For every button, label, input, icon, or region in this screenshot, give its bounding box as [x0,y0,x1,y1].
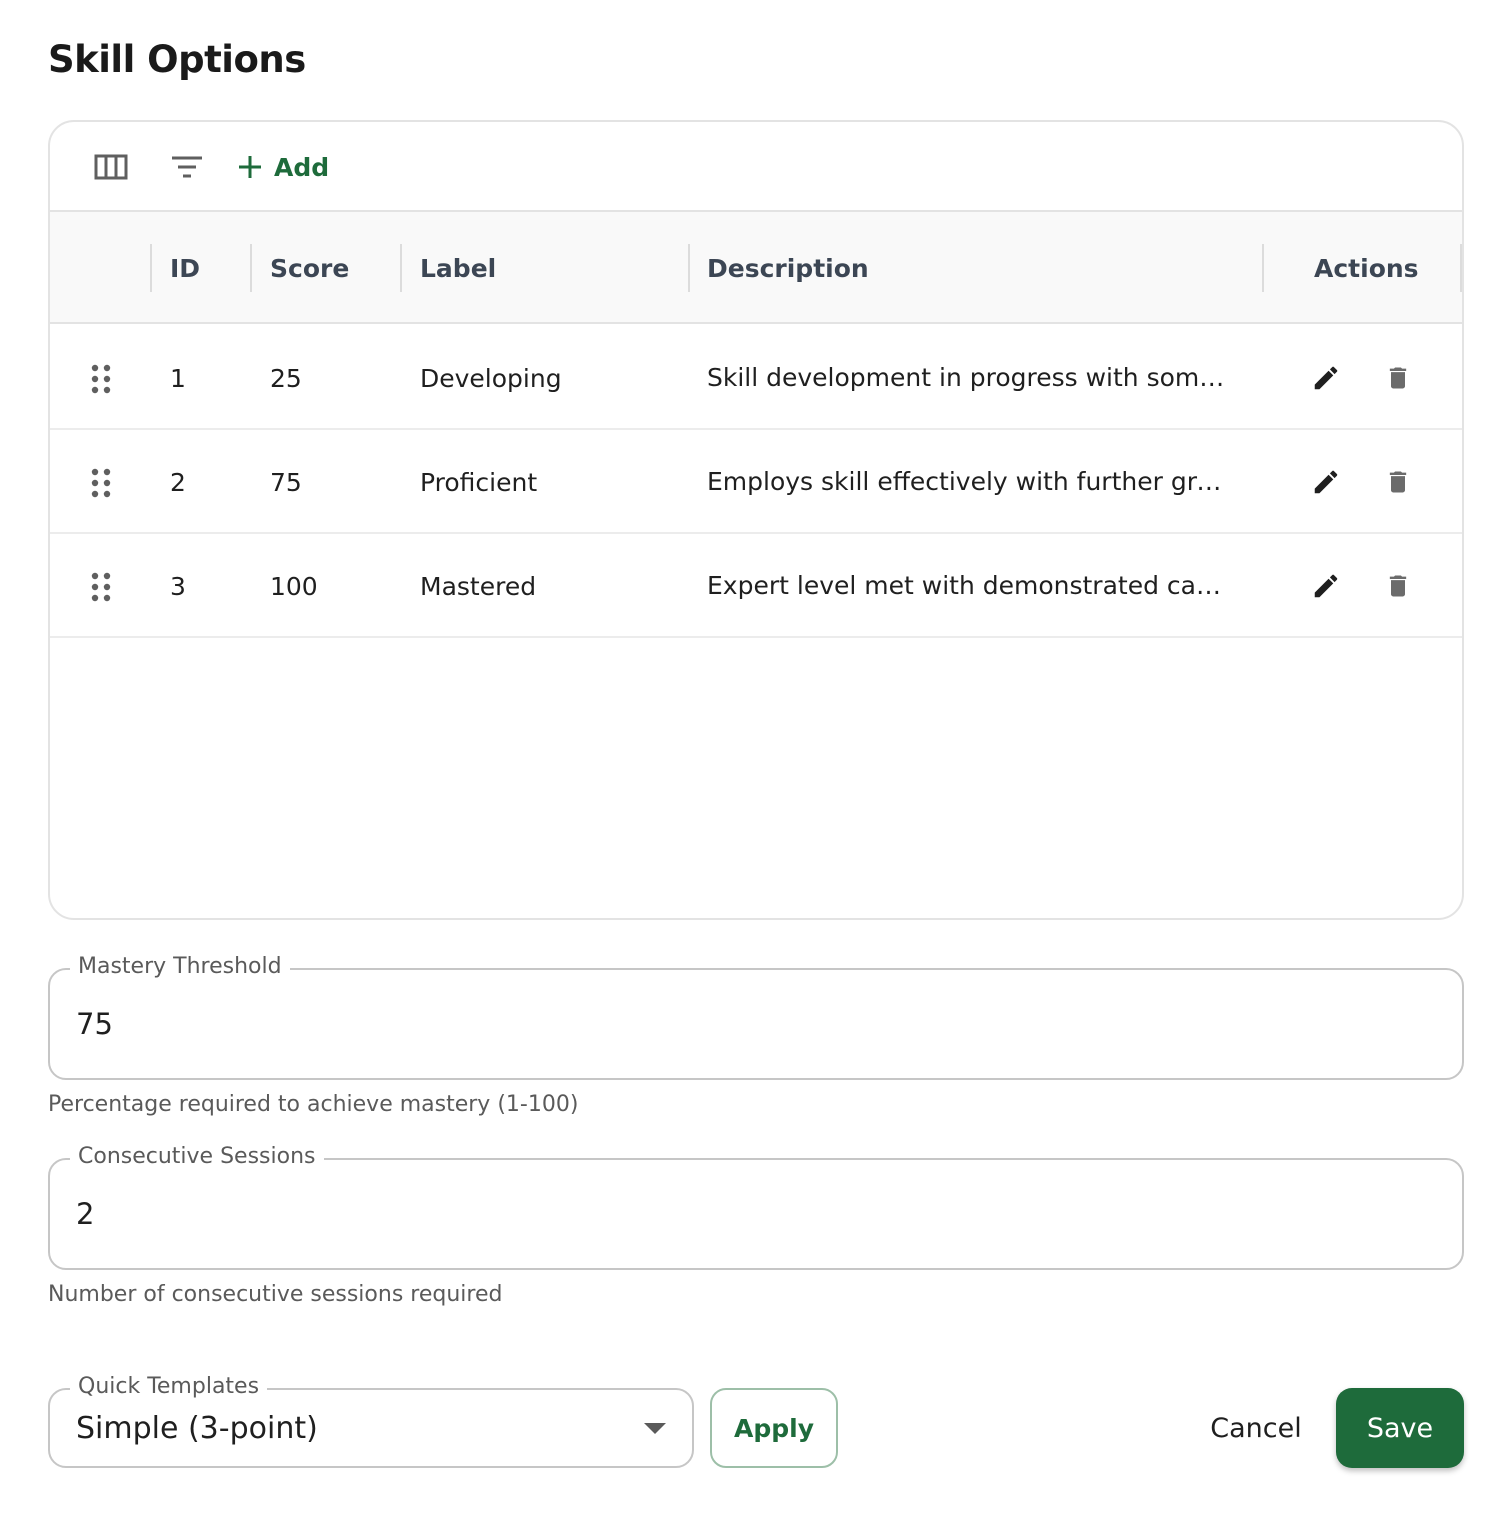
cell-id: 2 [170,467,186,497]
column-separator[interactable] [250,244,252,292]
plus-icon [239,156,261,178]
add-label: Add [274,152,330,182]
caret-down-icon [644,1423,666,1434]
pencil-icon [1314,470,1338,494]
table-row[interactable]: 3 100 Mastered Expert level met with dem… [50,534,1462,638]
trash-icon [1389,367,1407,389]
column-separator[interactable] [1262,244,1264,292]
table-row[interactable]: 1 25 Developing Skill development in pro… [50,326,1462,430]
cell-score: 75 [270,467,302,497]
cell-description: Expert level met with demonstrated cap..… [707,571,1235,600]
cell-id: 1 [170,363,186,393]
delete-button[interactable] [1378,566,1418,606]
filter-list-icon [172,156,202,178]
drag-indicator-icon[interactable] [90,364,112,394]
mastery-threshold-input[interactable] [76,970,1347,1078]
quick-templates-select[interactable]: Quick Templates Simple (3-point) [48,1374,694,1468]
edit-button[interactable] [1306,566,1346,606]
column-header-description[interactable]: Description [707,212,869,324]
trash-icon [1389,575,1407,597]
column-header-actions: Actions [1314,253,1419,283]
mastery-threshold-field: Mastery Threshold [48,954,1464,1080]
trash-icon [1389,471,1407,493]
skill-options-grid: Add ID Score Label Description Actions 1 [48,120,1464,920]
column-header-id[interactable]: ID [170,212,200,324]
cell-description: Employs skill effectively with further g… [707,467,1235,496]
column-header-score[interactable]: Score [270,212,349,324]
apply-button[interactable]: Apply [710,1388,838,1468]
column-header-label[interactable]: Label [420,212,496,324]
cell-description: Skill development in progress with some … [707,363,1235,392]
filter-button[interactable] [166,146,208,188]
add-button[interactable]: Add [238,146,348,188]
delete-button[interactable] [1378,358,1418,398]
cell-label: Proficient [420,467,538,497]
edit-button[interactable] [1306,358,1346,398]
cell-label: Developing [420,363,562,393]
column-separator[interactable] [400,244,402,292]
view-column-icon [94,154,128,180]
drag-indicator-icon[interactable] [90,468,112,498]
cell-id: 3 [170,571,186,601]
cell-score: 25 [270,363,302,393]
delete-button[interactable] [1378,462,1418,502]
grid-toolbar: Add [50,122,1462,212]
column-separator[interactable] [1460,244,1462,292]
pencil-icon [1314,574,1338,598]
cell-score: 100 [270,571,318,601]
column-separator[interactable] [150,244,152,292]
consecutive-sessions-field: Consecutive Sessions [48,1144,1464,1270]
mastery-threshold-helper: Percentage required to achieve mastery (… [48,1092,579,1117]
dialog-title: Skill Options [48,38,306,81]
save-button[interactable]: Save [1336,1388,1464,1468]
column-separator[interactable] [688,244,690,292]
table-header: ID Score Label Description Actions [50,212,1462,324]
table-row[interactable]: 2 75 Proficient Employs skill effectivel… [50,430,1462,534]
edit-button[interactable] [1306,462,1346,502]
cancel-button[interactable]: Cancel [1196,1388,1316,1468]
columns-button[interactable] [90,146,132,188]
cell-label: Mastered [420,571,537,601]
drag-indicator-icon[interactable] [90,572,112,602]
quick-templates-value: Simple (3-point) [76,1410,318,1446]
consecutive-sessions-input[interactable] [76,1160,1347,1268]
pencil-icon [1314,366,1338,390]
consecutive-sessions-helper: Number of consecutive sessions required [48,1282,503,1307]
